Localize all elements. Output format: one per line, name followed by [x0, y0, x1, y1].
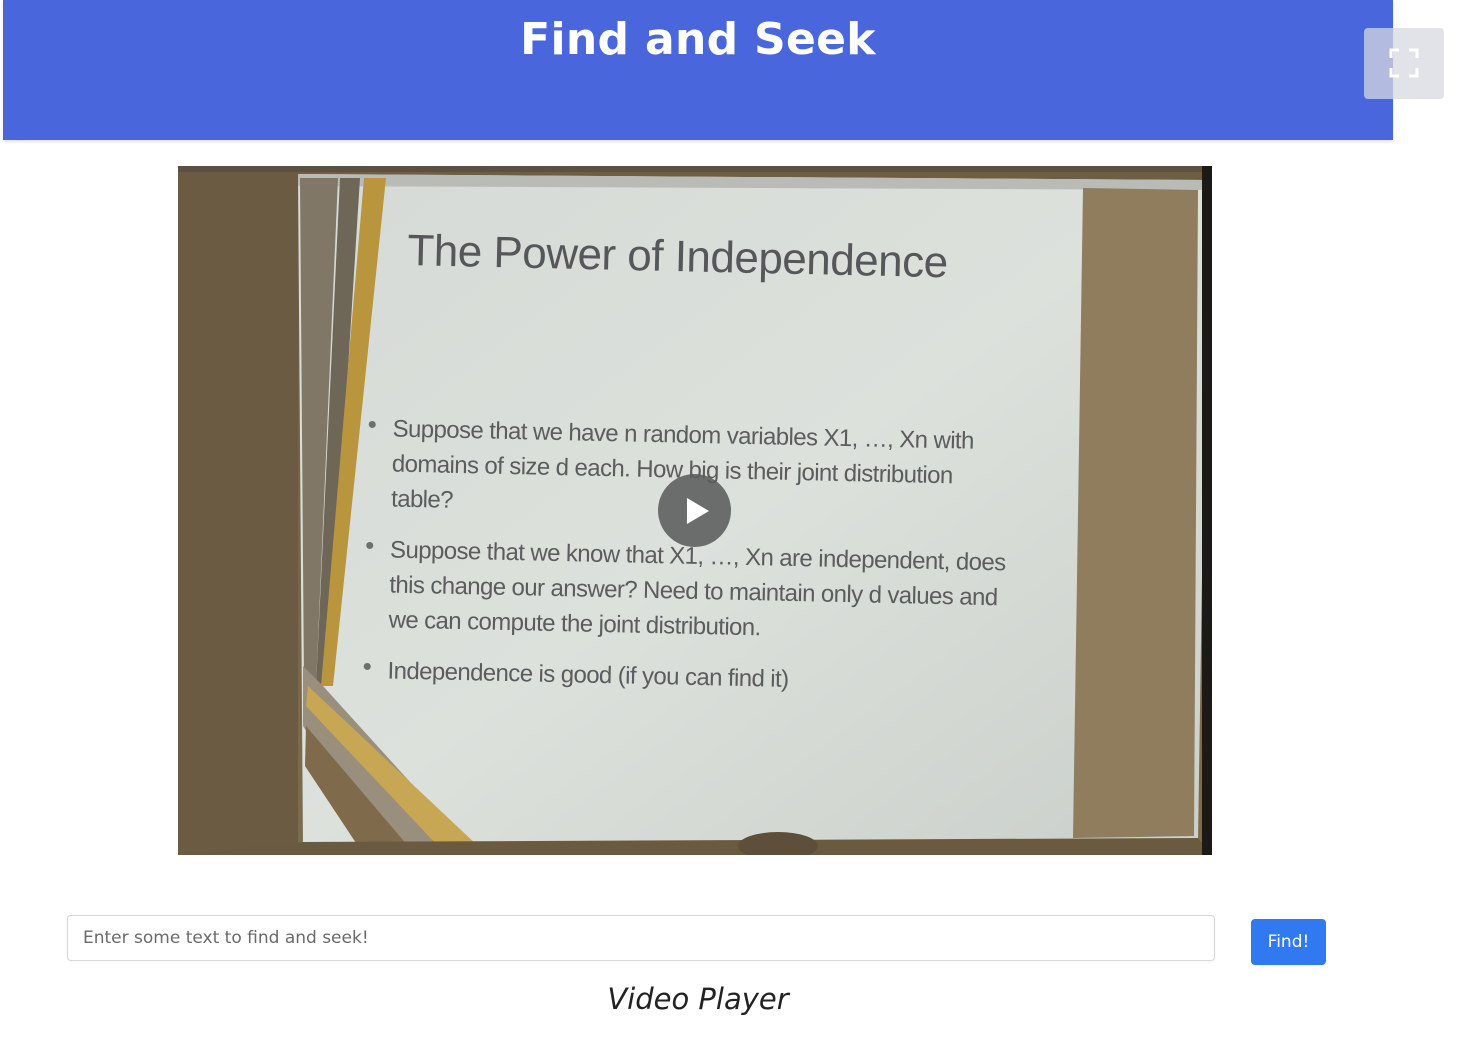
video-player[interactable]: The Power of Independence Suppose that w…	[178, 166, 1212, 855]
page-title: Find and Seek	[520, 14, 876, 65]
play-button[interactable]	[658, 474, 731, 547]
play-icon	[687, 498, 709, 524]
slide-bullets: Suppose that we have n random variables …	[362, 411, 1018, 718]
search-input[interactable]	[67, 915, 1215, 961]
video-caption: Video Player	[607, 982, 789, 1016]
slide-bullet: Independence is good (if you can find it…	[362, 653, 1013, 702]
fullscreen-button[interactable]	[1364, 28, 1444, 99]
slide-bullet: Suppose that we know that X1, …, Xn are …	[363, 532, 1015, 651]
app-header: Find and Seek	[3, 0, 1393, 140]
fullscreen-icon	[1389, 48, 1419, 78]
find-button[interactable]: Find!	[1251, 919, 1326, 965]
